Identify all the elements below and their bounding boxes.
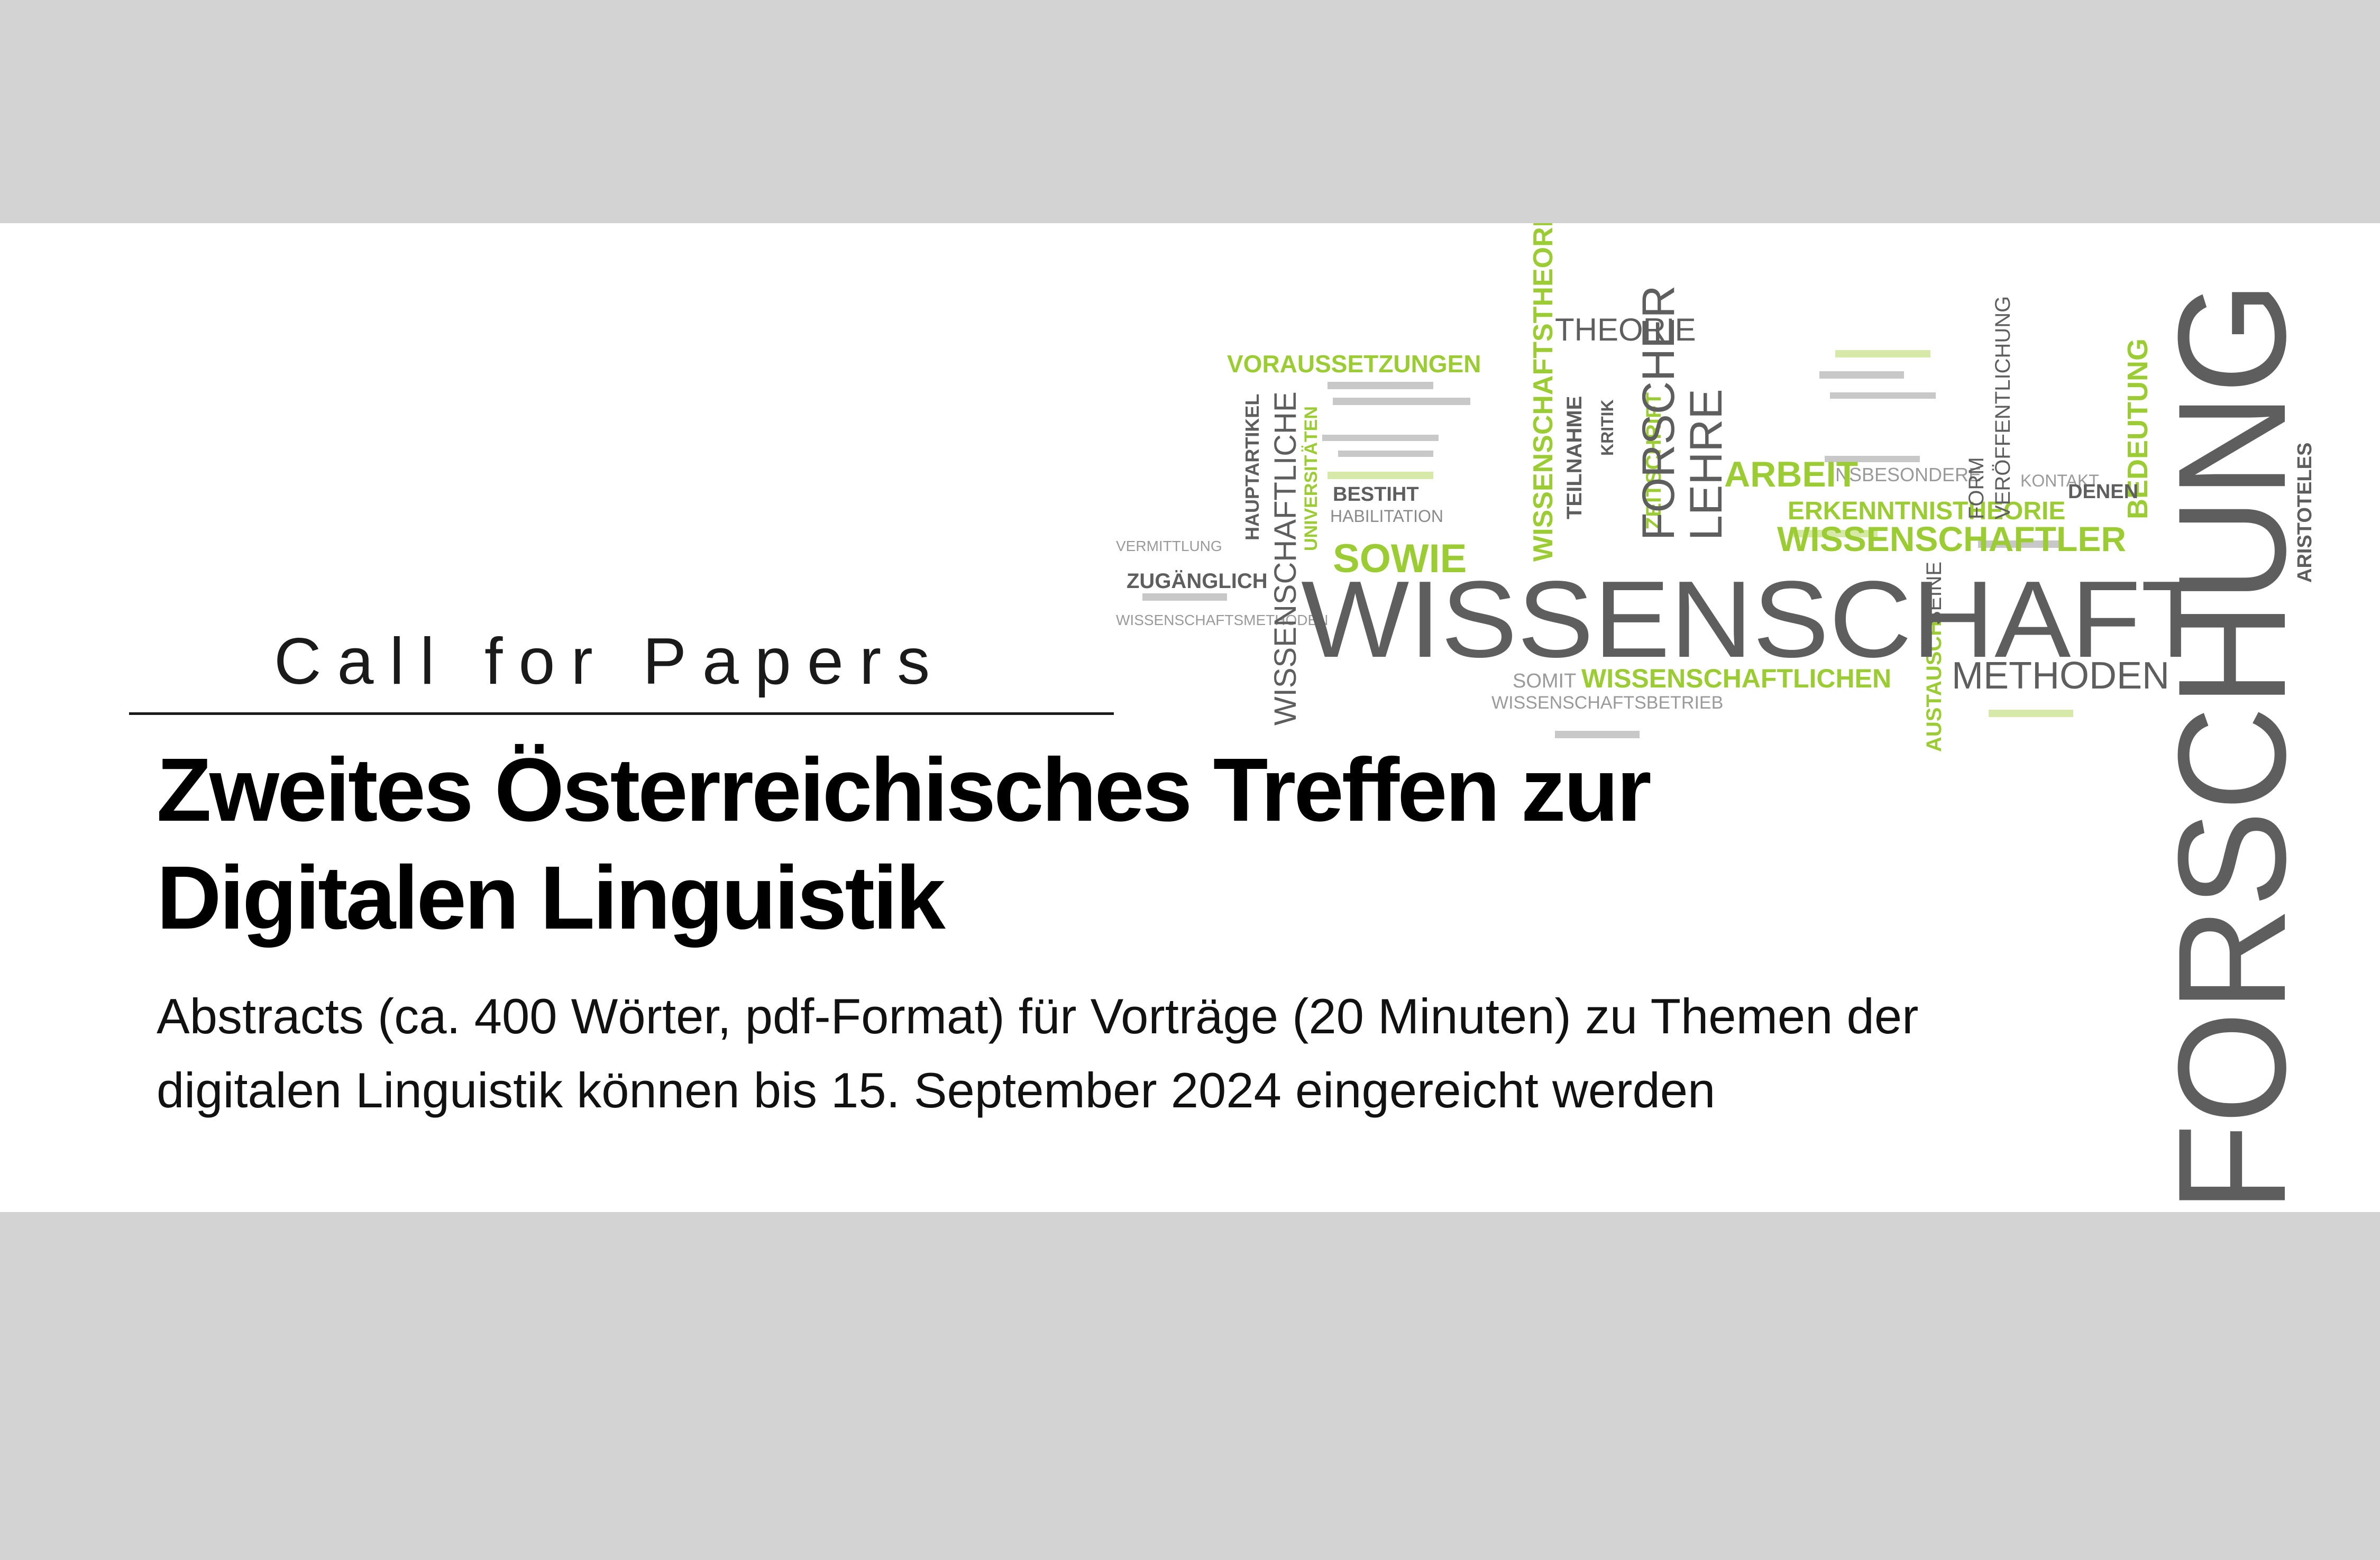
abstract-description: Abstracts (ca. 400 Wörter, pdf-Format) f… — [157, 988, 1919, 1118]
call-for-papers-banner: VERMITTLUNG WISSENSCHAFTSMETHODEN INSBES… — [0, 223, 2380, 1212]
word-lehre: LEHRE — [1681, 389, 1732, 540]
word-forscher: FORSCHER — [1633, 285, 1684, 540]
word-habilitation: HABILITATION — [1330, 507, 1443, 526]
word-vermittlung: VERMITTLUNG — [1116, 538, 1222, 554]
divider-line — [129, 712, 1114, 715]
word-teilnahme: TEILNAHME — [1563, 396, 1586, 519]
word-form: FORM — [1965, 457, 1988, 519]
word-zugaenglich: ZUGÄNGLICH — [1127, 570, 1268, 593]
word-arbeit: ARBEIT — [1724, 454, 1858, 494]
word-bestiht: BESTIHT — [1333, 483, 1419, 506]
word-wissenschaftsbetrieb: WISSENSCHAFTSBETRIEB — [1491, 693, 1723, 713]
word-wissenschaftstheorie: WISSENSCHAFTSTHEORIE — [1528, 223, 1559, 562]
word-universitaeten: UNIVERSITÄTEN — [1301, 406, 1321, 551]
word-denen: DENEN — [2068, 481, 2138, 503]
word-wissenschaftliche: WISSENSCHAFTLICHE — [1268, 391, 1303, 726]
word-hauptartikel: HAUPTARTIKEL — [1241, 394, 1263, 540]
word-voraussetzungen: VORAUSSETZUNGEN — [1227, 350, 1481, 378]
word-kritik: KRITIK — [1598, 399, 1617, 456]
word-wissenschaft: WISSENSCHAFT — [1301, 558, 2211, 680]
word-forschung: FORSCHUNG — [2146, 281, 2318, 1212]
word-wissenschaftler: WISSENSCHAFTLER — [1777, 519, 2126, 558]
event-title: Zweites Österreichisches Treffen zur Dig… — [157, 740, 1652, 948]
call-for-papers-label: Call for Papers — [274, 625, 946, 698]
word-veroeffentlichung: VERÖFFENTLICHUNG — [1991, 296, 2015, 519]
